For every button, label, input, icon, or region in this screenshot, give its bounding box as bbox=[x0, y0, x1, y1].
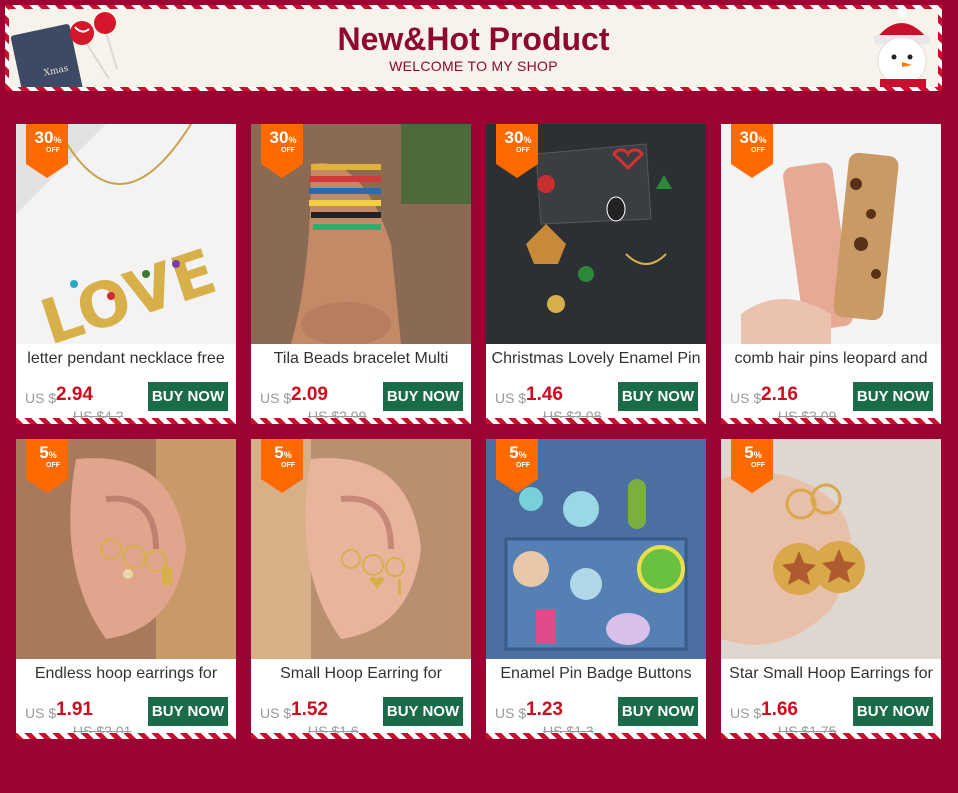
snowman-icon bbox=[874, 9, 930, 87]
discount-badge: 30% OFF bbox=[731, 124, 773, 178]
product-name[interactable]: Tila Beads bracelet Multi bbox=[251, 350, 471, 368]
currency-label: US $ bbox=[260, 705, 292, 721]
product-card[interactable]: 30% OFF Christmas Lovely Enamel Pin US $… bbox=[486, 124, 706, 424]
currency-label: US $ bbox=[495, 705, 527, 721]
product-name[interactable]: Small Hoop Earring for bbox=[251, 665, 471, 683]
currency-label: US $ bbox=[260, 390, 292, 406]
product-price: 1.52 bbox=[291, 699, 328, 720]
discount-value: 30 bbox=[269, 128, 289, 147]
product-name[interactable]: Christmas Lovely Enamel Pin bbox=[486, 350, 706, 368]
off-label: OFF bbox=[751, 462, 765, 469]
discount-badge: 5% OFF bbox=[496, 439, 538, 493]
product-card[interactable]: 5% OFF Small Hoop Earring for US $ 1.52 … bbox=[251, 439, 471, 739]
buy-now-button[interactable]: BUY NOW bbox=[853, 382, 933, 411]
card-stripe bbox=[16, 733, 236, 739]
discount-badge: 5% OFF bbox=[261, 439, 303, 493]
buy-now-button[interactable]: BUY NOW bbox=[618, 697, 698, 726]
buy-now-button[interactable]: BUY NOW bbox=[618, 382, 698, 411]
card-stripe bbox=[16, 418, 236, 424]
product-card[interactable]: 5% OFF Endless hoop earrings for US $ 1.… bbox=[16, 439, 236, 739]
buy-now-button[interactable]: BUY NOW bbox=[383, 382, 463, 411]
product-price: 1.91 bbox=[56, 699, 93, 720]
off-label: OFF bbox=[751, 147, 765, 154]
discount-value: 5 bbox=[509, 443, 519, 462]
discount-value: 5 bbox=[39, 443, 49, 462]
card-stripe bbox=[486, 733, 706, 739]
product-card[interactable]: 30% OFF Tila Beads bracelet Multi US $ 2… bbox=[251, 124, 471, 424]
product-name[interactable]: Enamel Pin Badge Buttons bbox=[486, 665, 706, 683]
discount-badge: 30% OFF bbox=[26, 124, 68, 178]
product-name[interactable]: Endless hoop earrings for bbox=[16, 665, 236, 683]
off-label: OFF bbox=[516, 462, 530, 469]
discount-badge: 5% OFF bbox=[26, 439, 68, 493]
card-stripe bbox=[251, 418, 471, 424]
card-stripe bbox=[486, 418, 706, 424]
currency-label: US $ bbox=[730, 705, 762, 721]
off-label: OFF bbox=[46, 147, 60, 154]
product-price: 2.09 bbox=[291, 384, 328, 405]
off-label: OFF bbox=[516, 147, 530, 154]
off-label: OFF bbox=[281, 462, 295, 469]
product-card[interactable]: 5% OFF Enamel Pin Badge Buttons US $ 1.2… bbox=[486, 439, 706, 739]
card-stripe bbox=[251, 733, 471, 739]
currency-label: US $ bbox=[25, 390, 57, 406]
product-name[interactable]: Star Small Hoop Earrings for bbox=[721, 665, 941, 683]
banner: Xmas New&Hot Product WELCOME TO MY SHOP bbox=[5, 5, 942, 91]
product-price: 1.46 bbox=[526, 384, 563, 405]
discount-value: 5 bbox=[744, 443, 754, 462]
currency-label: US $ bbox=[25, 705, 57, 721]
product-card[interactable]: 30% OFF comb hair pins leopard and US $ … bbox=[721, 124, 941, 424]
product-card[interactable]: 5% OFF Star Small Hoop Earrings for US $… bbox=[721, 439, 941, 739]
banner-title: New&Hot Product bbox=[337, 21, 610, 57]
product-price: 2.94 bbox=[56, 384, 93, 405]
card-stripe bbox=[721, 418, 941, 424]
off-label: OFF bbox=[46, 462, 60, 469]
off-label: OFF bbox=[281, 147, 295, 154]
discount-badge: 30% OFF bbox=[261, 124, 303, 178]
buy-now-button[interactable]: BUY NOW bbox=[148, 697, 228, 726]
card-stripe bbox=[721, 733, 941, 739]
product-name[interactable]: comb hair pins leopard and bbox=[721, 350, 941, 368]
product-price: 2.16 bbox=[761, 384, 798, 405]
currency-label: US $ bbox=[495, 390, 527, 406]
buy-now-button[interactable]: BUY NOW bbox=[383, 697, 463, 726]
discount-badge: 5% OFF bbox=[731, 439, 773, 493]
product-price: 1.23 bbox=[526, 699, 563, 720]
discount-value: 5 bbox=[274, 443, 284, 462]
buy-now-button[interactable]: BUY NOW bbox=[853, 697, 933, 726]
currency-label: US $ bbox=[730, 390, 762, 406]
product-name[interactable]: letter pendant necklace free bbox=[16, 350, 236, 368]
product-card[interactable]: LOVE 30% OFF letter pendant necklace fre… bbox=[16, 124, 236, 424]
banner-subtitle: WELCOME TO MY SHOP bbox=[389, 58, 558, 74]
discount-value: 30 bbox=[34, 128, 54, 147]
discount-value: 30 bbox=[504, 128, 524, 147]
discount-badge: 30% OFF bbox=[496, 124, 538, 178]
discount-value: 30 bbox=[739, 128, 759, 147]
buy-now-button[interactable]: BUY NOW bbox=[148, 382, 228, 411]
product-price: 1.66 bbox=[761, 699, 798, 720]
